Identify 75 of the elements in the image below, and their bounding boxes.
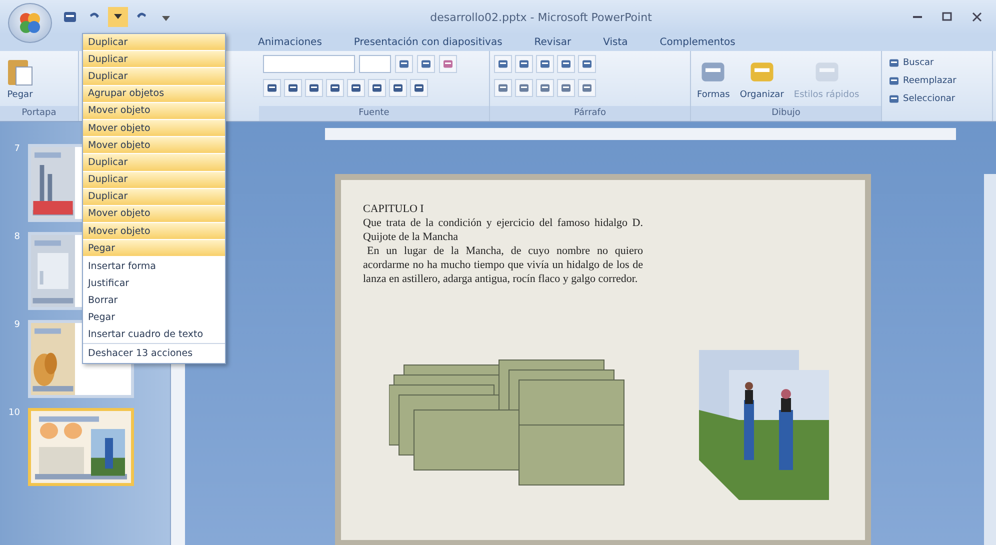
ribbon-tab[interactable]: Animaciones bbox=[248, 34, 332, 51]
align-button[interactable] bbox=[578, 79, 596, 97]
group-label: Dibujo bbox=[691, 106, 881, 121]
font-name-field[interactable] bbox=[263, 55, 355, 73]
undo-item[interactable]: Mover objeto bbox=[83, 137, 225, 154]
list-button[interactable] bbox=[494, 55, 512, 73]
format-button[interactable] bbox=[410, 79, 428, 97]
undo-item[interactable]: Duplicar bbox=[83, 51, 225, 68]
list-button[interactable] bbox=[557, 55, 575, 73]
ribbon-tab[interactable]: Revisar bbox=[524, 34, 582, 51]
format-button[interactable] bbox=[263, 79, 281, 97]
ribbon-button[interactable]: Buscar bbox=[886, 55, 936, 71]
undo-dropdown-button[interactable] bbox=[108, 7, 128, 27]
ribbon-tab[interactable]: Vista bbox=[593, 34, 638, 51]
minimize-icon bbox=[912, 16, 922, 18]
font-size-field[interactable] bbox=[359, 55, 391, 73]
clear-format-button[interactable] bbox=[439, 55, 457, 73]
list-button[interactable] bbox=[578, 55, 596, 73]
ribbon-tab[interactable]: Complementos bbox=[650, 34, 746, 51]
slide-number: 8 bbox=[13, 232, 20, 242]
undo-item[interactable]: Borrar bbox=[83, 292, 225, 309]
office-logo-icon bbox=[17, 10, 43, 36]
caret-icon bbox=[114, 14, 122, 20]
undo-item[interactable]: Pegar bbox=[83, 240, 225, 258]
align-button[interactable] bbox=[494, 79, 512, 97]
ribbon-tab[interactable]: Presentación con diapositivas bbox=[344, 34, 512, 51]
undo-item[interactable]: Mover objeto bbox=[83, 223, 225, 240]
format-button[interactable] bbox=[284, 79, 302, 97]
undo-count-label: Deshacer 13 acciones bbox=[83, 343, 225, 364]
format-button[interactable] bbox=[326, 79, 344, 97]
grow-font-button[interactable] bbox=[395, 55, 413, 73]
undo-item[interactable]: Duplicar bbox=[83, 172, 225, 189]
ribbon-button[interactable]: Formas bbox=[695, 55, 732, 102]
window-title: desarrollo02.pptx - Microsoft PowerPoint bbox=[429, 10, 653, 24]
undo-item[interactable]: Insertar forma bbox=[83, 257, 225, 275]
scrollbar[interactable] bbox=[984, 174, 996, 545]
undo-item[interactable]: Agrupar objetos bbox=[83, 86, 225, 103]
format-button[interactable] bbox=[368, 79, 386, 97]
shrink-font-button[interactable] bbox=[417, 55, 435, 73]
undo-item[interactable]: Mover objeto bbox=[83, 120, 225, 138]
slide-heading: CAPITULO I bbox=[363, 202, 425, 216]
undo-item[interactable]: Duplicar bbox=[83, 34, 225, 52]
format-button[interactable] bbox=[305, 79, 323, 97]
office-button[interactable] bbox=[8, 3, 52, 43]
ribbon-button[interactable]: Reemplazar bbox=[886, 73, 958, 89]
slide-number: 10 bbox=[8, 408, 20, 418]
maximize-icon bbox=[942, 12, 952, 22]
undo-item[interactable]: Duplicar bbox=[83, 68, 225, 86]
group-label: Fuente bbox=[259, 106, 489, 121]
undo-item[interactable]: Mover objeto bbox=[83, 206, 225, 224]
undo-item[interactable]: Justificar bbox=[83, 274, 225, 292]
align-button[interactable] bbox=[557, 79, 575, 97]
undo-item[interactable]: Duplicar bbox=[83, 188, 225, 206]
undo-item[interactable]: Duplicar bbox=[83, 154, 225, 172]
slide-body: En un lugar de la Mancha, de cuyo nombre no quiero acordarme no ha mucho tiempo que vivía un hidalgo de los de lanza en astillero, adarga antigua, rocín flaco y galgo corredor. bbox=[363, 244, 643, 286]
ribbon-button[interactable]: Seleccionar bbox=[886, 91, 958, 107]
align-button[interactable] bbox=[515, 79, 533, 97]
format-button[interactable] bbox=[347, 79, 365, 97]
clipboard-icon bbox=[6, 57, 34, 87]
undo-item[interactable]: Pegar bbox=[83, 309, 225, 326]
slide-number: 7 bbox=[13, 144, 20, 154]
slide-subtitle: Que trata de la condición y ejercicio del famoso hidalgo D. Quijote de la Mancha bbox=[363, 216, 643, 244]
list-button[interactable] bbox=[536, 55, 554, 73]
align-button[interactable] bbox=[536, 79, 554, 97]
format-button[interactable] bbox=[389, 79, 407, 97]
undo-item[interactable]: Insertar cuadro de texto bbox=[83, 326, 225, 344]
undo-item[interactable]: Mover objeto bbox=[83, 102, 225, 120]
group-label: Portapa bbox=[0, 106, 78, 121]
list-button[interactable] bbox=[515, 55, 533, 73]
slide-number: 9 bbox=[13, 320, 20, 330]
caret-icon bbox=[162, 13, 170, 21]
group-label: Párrafo bbox=[490, 106, 690, 121]
paste-button[interactable]: Pegar bbox=[4, 55, 36, 102]
close-icon bbox=[972, 12, 982, 22]
ribbon-button[interactable]: Organizar bbox=[738, 55, 786, 102]
